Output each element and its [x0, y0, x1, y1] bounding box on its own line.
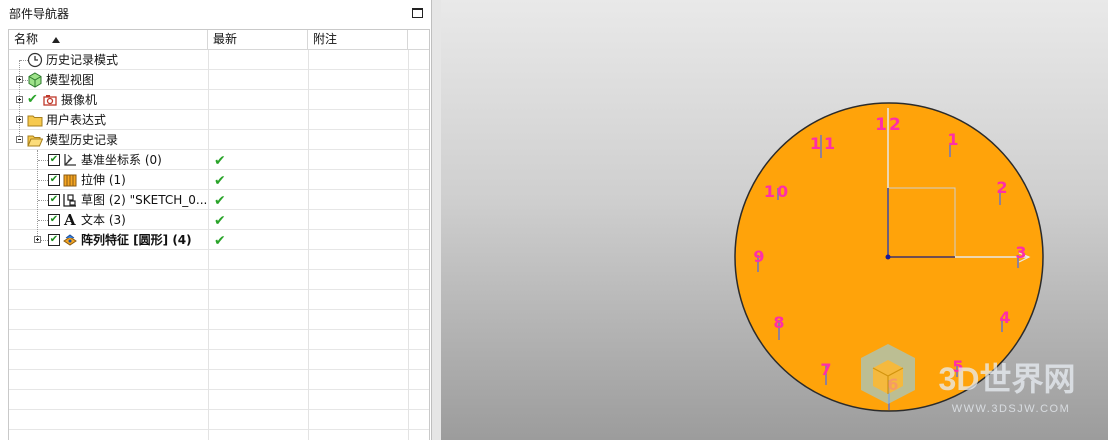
- expand-icon[interactable]: [16, 76, 23, 83]
- tree-row-extrude[interactable]: ✔ 拉伸 (1) ✔: [9, 170, 429, 190]
- visibility-checkbox[interactable]: ✔: [48, 154, 60, 166]
- watermark-brand: 3D世界网: [939, 361, 1076, 397]
- row-label: 历史记录模式: [46, 53, 119, 67]
- visibility-checkbox[interactable]: ✔: [48, 214, 60, 226]
- latest-status-check-icon: ✔: [214, 153, 226, 169]
- row-label: 拉伸 (1): [81, 173, 126, 187]
- row-label: 模型视图: [46, 73, 95, 87]
- name-cell: 历史记录模式: [9, 50, 208, 70]
- name-cell: ✔ 摄像机: [9, 90, 208, 110]
- datum-csys-icon: [64, 154, 76, 166]
- latest-status-check-icon: ✔: [214, 193, 226, 209]
- latest-cell: ✔: [214, 170, 304, 190]
- row-label: 草图 (2) "SKETCH_0...: [81, 193, 208, 207]
- clock-number-7: 7: [820, 360, 831, 379]
- expand-icon[interactable]: [34, 236, 41, 243]
- checkmark-icon: ✔: [27, 92, 38, 107]
- clock-number-12: 12: [875, 115, 903, 135]
- tree-row-history-mode[interactable]: 历史记录模式: [9, 50, 429, 70]
- visibility-checkbox[interactable]: ✔: [48, 174, 60, 186]
- row-label: 文本 (3): [81, 213, 126, 227]
- expand-icon[interactable]: [16, 96, 23, 103]
- folder-open-icon: [27, 135, 43, 147]
- name-cell: 模型历史记录: [9, 130, 208, 150]
- name-cell: ✔ 阵列特征 [圆形] (4): [9, 230, 208, 250]
- folder-icon: [27, 115, 43, 127]
- row-label: 基准坐标系 (0): [81, 153, 162, 167]
- clock-number-8: 8: [773, 313, 784, 332]
- tree-connector: [38, 180, 48, 181]
- tree-row-datum-csys[interactable]: ✔ 基准坐标系 (0) ✔: [9, 150, 429, 170]
- panel-title: 部件导航器: [9, 7, 70, 21]
- clock-number-10: 10: [764, 182, 790, 201]
- clock-number-9: 9: [753, 247, 764, 266]
- name-cell: 模型视图: [9, 70, 208, 90]
- latest-status-check-icon: ✔: [214, 213, 226, 229]
- part-navigator-panel: 部件导航器 名称 最新 附注 历史记录模式 模型视图 ✔ 摄像机 用户表达式 模…: [0, 0, 432, 440]
- visibility-checkbox[interactable]: ✔: [48, 194, 60, 206]
- column-header-name[interactable]: 名称: [9, 30, 208, 49]
- latest-cell: ✔: [214, 210, 304, 230]
- tree-row-user-expressions[interactable]: 用户表达式: [9, 110, 429, 130]
- watermark-url: WWW.3DSJW.COM: [952, 403, 1071, 415]
- tree-row-model-views[interactable]: 模型视图: [9, 70, 429, 90]
- column-note-label: 附注: [313, 32, 338, 46]
- column-latest-label: 最新: [213, 32, 238, 46]
- name-cell: 用户表达式: [9, 110, 208, 130]
- clock-number-4: 4: [999, 308, 1010, 327]
- clock-number-1: 1: [947, 130, 958, 149]
- latest-status-check-icon: ✔: [214, 173, 226, 189]
- clock-icon: [27, 52, 43, 68]
- column-header-note[interactable]: 附注: [308, 30, 408, 49]
- expand-icon[interactable]: [16, 116, 23, 123]
- row-label: 摄像机: [61, 93, 98, 107]
- tree-row-pattern-feature[interactable]: ✔ 阵列特征 [圆形] (4) ✔: [9, 230, 429, 250]
- sort-ascending-icon: [52, 36, 61, 43]
- model-view-icon: [28, 72, 42, 88]
- clock-number-2: 2: [996, 178, 1007, 197]
- tree-row-text[interactable]: ✔ A 文本 (3) ✔: [9, 210, 429, 230]
- visibility-checkbox[interactable]: ✔: [48, 234, 60, 246]
- tree-row-model-history[interactable]: 模型历史记录: [9, 130, 429, 150]
- latest-cell: ✔: [214, 230, 304, 250]
- tree-connector: [38, 200, 48, 201]
- tree-connector: [38, 220, 48, 221]
- sketch-icon: [63, 194, 76, 207]
- name-cell: ✔ 拉伸 (1): [9, 170, 208, 190]
- latest-status-check-icon: ✔: [214, 233, 226, 249]
- pattern-feature-icon: [63, 234, 77, 246]
- name-cell: ✔ 草图 (2) "SKETCH_0...: [9, 190, 208, 210]
- column-header-latest[interactable]: 最新: [208, 30, 308, 49]
- row-label: 用户表达式: [46, 113, 107, 127]
- latest-cell: ✔: [214, 150, 304, 170]
- tree-row-cameras[interactable]: ✔ 摄像机: [9, 90, 429, 110]
- name-cell: ✔ A 文本 (3): [9, 210, 208, 230]
- maximize-icon[interactable]: [412, 8, 423, 18]
- column-name-label: 名称: [14, 32, 39, 46]
- tree-row-sketch[interactable]: ✔ 草图 (2) "SKETCH_0... ✔: [9, 190, 429, 210]
- clock-model: 12 1 2 3 4 5 6 7 8 9 10 11 3D世界网 WWW.3DS…: [734, 102, 1076, 415]
- splitter[interactable]: [432, 0, 441, 440]
- tree-connector: [38, 160, 48, 161]
- sketch-origin: [885, 254, 891, 260]
- latest-cell: ✔: [214, 190, 304, 210]
- clock-number-11: 11: [810, 134, 838, 153]
- row-label: 阵列特征 [圆形] (4): [81, 233, 192, 247]
- clock-number-3: 3: [1015, 243, 1026, 262]
- extrude-icon: [63, 174, 77, 187]
- graphics-viewport[interactable]: 12 1 2 3 4 5 6 7 8 9 10 11 3D世界网 WWW.3DS…: [441, 0, 1108, 440]
- camera-icon: [43, 95, 57, 106]
- row-label: 模型历史记录: [46, 133, 119, 147]
- tree-header: 名称 最新 附注: [9, 30, 429, 50]
- text-icon: A: [64, 211, 76, 229]
- feature-tree: 名称 最新 附注 历史记录模式 模型视图 ✔ 摄像机 用户表达式 模型历史记录 …: [8, 29, 430, 440]
- tree-connector: [41, 240, 48, 241]
- name-cell: ✔ 基准坐标系 (0): [9, 150, 208, 170]
- collapse-icon[interactable]: [16, 136, 23, 143]
